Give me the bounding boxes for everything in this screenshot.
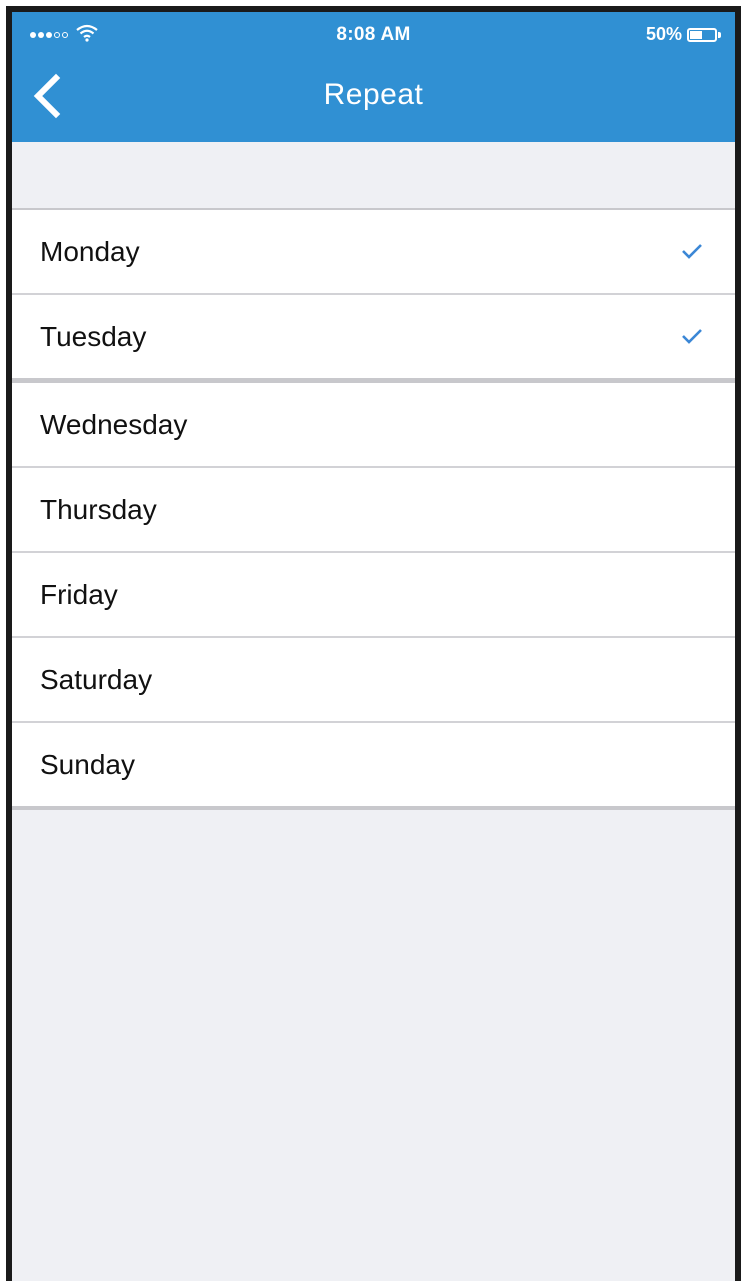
day-label: Friday [40, 579, 118, 610]
day-label: Wednesday [40, 409, 188, 440]
battery-icon [687, 27, 717, 42]
battery-indicator: 50% [646, 24, 721, 45]
checkmark-icon [682, 244, 702, 259]
app-header: 8:08 AM 50% Repeat [12, 12, 735, 142]
day-row-monday[interactable]: Monday [12, 210, 735, 295]
day-row-thursday[interactable]: Thursday [12, 468, 735, 553]
battery-percentage: 50% [645, 24, 682, 44]
page-title: Repeat [323, 78, 424, 111]
day-row-friday[interactable]: Friday [12, 553, 735, 638]
day-label: Sunday [40, 749, 135, 780]
battery-fill [690, 30, 702, 39]
day-list: Monday Tuesday Wednesday Thursday Friday… [12, 208, 735, 810]
day-row-tuesday[interactable]: Tuesday [12, 295, 735, 383]
checkmark-icon [682, 329, 702, 344]
day-label: Saturday [40, 664, 153, 695]
day-label: Thursday [40, 494, 157, 525]
phone-screen: 8:08 AM 50% Repeat Monday Tuesday Wednes… [6, 6, 741, 1281]
nav-bar: Repeat [12, 52, 735, 142]
day-row-wednesday[interactable]: Wednesday [12, 383, 735, 468]
battery-cap [718, 31, 721, 38]
status-time: 8:08 AM [336, 24, 411, 45]
day-row-sunday[interactable]: Sunday [12, 723, 735, 806]
day-label: Tuesday [40, 321, 147, 352]
status-bar: 8:08 AM 50% [12, 12, 735, 52]
day-row-saturday[interactable]: Saturday [12, 638, 735, 723]
day-label: Monday [40, 236, 140, 267]
